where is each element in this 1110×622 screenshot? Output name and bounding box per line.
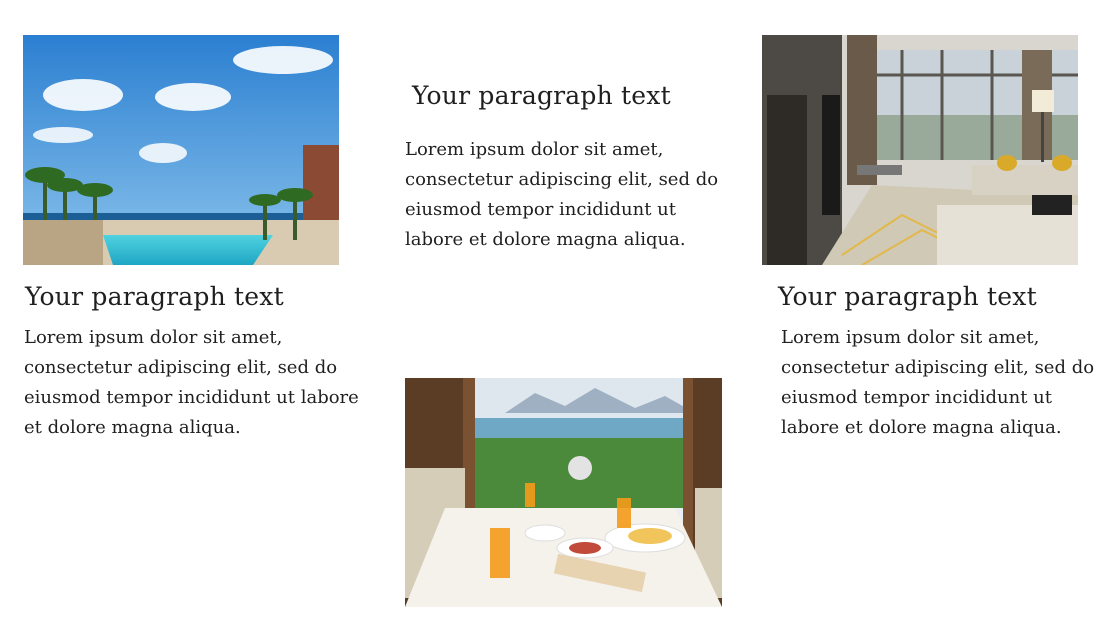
right-card-body: Lorem ipsum dolor sit amet, consectetur … bbox=[781, 327, 1095, 438]
center-card-body: Lorem ipsum dolor sit amet, consectetur … bbox=[405, 139, 719, 250]
restaurant-breakfast-photo bbox=[405, 378, 722, 607]
left-card-body: Lorem ipsum dolor sit amet, consectetur … bbox=[24, 327, 359, 438]
hotel-room-photo bbox=[762, 35, 1078, 265]
center-card-heading: Your paragraph text bbox=[412, 81, 671, 110]
right-card-heading: Your paragraph text bbox=[778, 282, 1037, 311]
left-card-heading: Your paragraph text bbox=[25, 282, 284, 311]
resort-pool-photo bbox=[23, 35, 339, 265]
